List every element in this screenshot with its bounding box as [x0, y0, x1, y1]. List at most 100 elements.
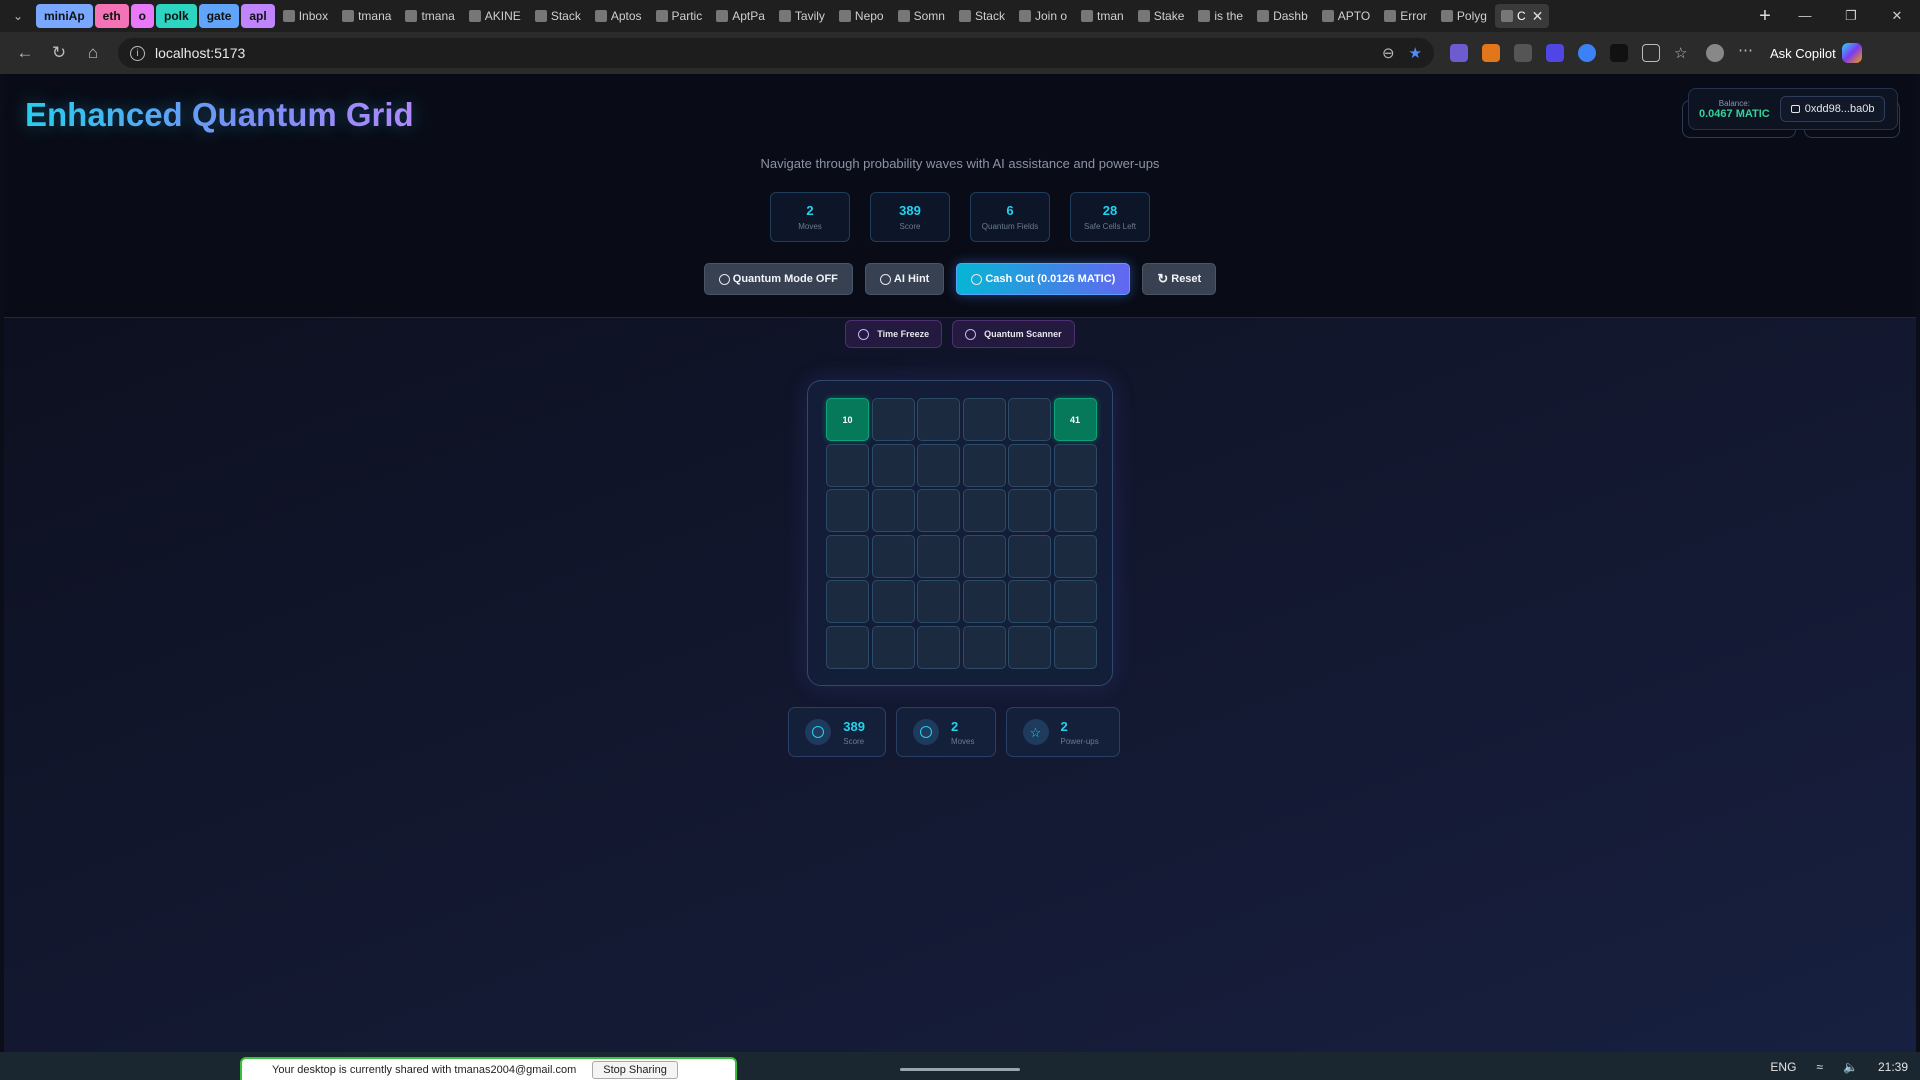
- grid-cell[interactable]: [1008, 398, 1051, 441]
- browser-tab[interactable]: tmana: [399, 4, 460, 28]
- extension-icon[interactable]: [1578, 44, 1596, 62]
- grid-cell[interactable]: [871, 625, 915, 669]
- cash-out-button[interactable]: Cash Out (0.0126 MATIC): [956, 263, 1131, 295]
- browser-tab[interactable]: AptPa: [710, 4, 771, 28]
- browser-tab[interactable]: tman: [1075, 4, 1130, 28]
- grid-cell[interactable]: [826, 489, 869, 532]
- browser-tab[interactable]: Polyg: [1435, 4, 1493, 28]
- wallet-address-button[interactable]: 0xdd98...ba0b: [1779, 96, 1886, 122]
- grid-cell[interactable]: [917, 443, 960, 487]
- ai-hint-button[interactable]: AI Hint: [864, 263, 945, 295]
- extension-icon[interactable]: [1546, 44, 1564, 62]
- browser-tab[interactable]: tmana: [336, 4, 397, 28]
- grid-cell[interactable]: [917, 580, 960, 623]
- taskbar-handle[interactable]: [900, 1068, 1020, 1071]
- ask-copilot-button[interactable]: Ask Copilot: [1770, 43, 1862, 63]
- quantum-mode-button[interactable]: Quantum Mode OFF: [703, 263, 853, 295]
- browser-tab[interactable]: is the: [1192, 4, 1249, 28]
- browser-tab[interactable]: Stack: [529, 4, 587, 28]
- time-freeze-button[interactable]: Time Freeze: [845, 320, 943, 348]
- grid-cell[interactable]: [1008, 534, 1051, 578]
- home-icon[interactable]: ⌂: [76, 36, 110, 70]
- extensions-puzzle-icon[interactable]: [1642, 44, 1660, 62]
- grid-cell[interactable]: [1008, 489, 1051, 532]
- browser-tab[interactable]: Stack: [953, 4, 1011, 28]
- browser-tab[interactable]: Join o: [1013, 4, 1073, 28]
- refresh-icon[interactable]: ↻: [42, 36, 76, 70]
- grid-cell[interactable]: [1008, 625, 1051, 669]
- wifi-icon[interactable]: ≈: [1816, 1060, 1823, 1074]
- back-icon[interactable]: ←: [8, 36, 42, 70]
- clock-time[interactable]: 21:39: [1878, 1060, 1908, 1074]
- grid-cell[interactable]: [1008, 443, 1051, 487]
- grid-cell[interactable]: [962, 534, 1006, 578]
- tab-group-chip[interactable]: miniAp: [36, 4, 93, 28]
- grid-cell[interactable]: [917, 534, 960, 578]
- grid-cell[interactable]: [962, 580, 1006, 623]
- restore-icon[interactable]: ❐: [1828, 8, 1874, 24]
- close-window-icon[interactable]: ✕: [1874, 8, 1920, 24]
- extension-icon[interactable]: [1514, 44, 1532, 62]
- stop-sharing-button[interactable]: Stop Sharing: [592, 1060, 678, 1079]
- tab-group-chip[interactable]: apl: [241, 4, 275, 28]
- grid-cell[interactable]: [871, 443, 915, 487]
- close-tab-icon[interactable]: ✕: [1532, 8, 1544, 25]
- grid-cell[interactable]: [826, 534, 869, 578]
- volume-icon[interactable]: 🔈: [1843, 1060, 1858, 1074]
- grid-cell[interactable]: [1008, 580, 1051, 623]
- extension-icon[interactable]: [1450, 44, 1468, 62]
- grid-cell[interactable]: [871, 534, 915, 578]
- grid-cell[interactable]: [871, 580, 915, 623]
- browser-tab[interactable]: AKINE: [463, 4, 527, 28]
- tab-group-chip[interactable]: o: [130, 4, 155, 28]
- grid-cell[interactable]: [962, 443, 1006, 487]
- grid-cell[interactable]: [871, 489, 915, 532]
- grid-cell[interactable]: [917, 489, 960, 532]
- grid-cell[interactable]: [826, 580, 869, 623]
- browser-tab[interactable]: Stake: [1132, 4, 1191, 28]
- new-tab-button[interactable]: +: [1748, 5, 1782, 28]
- tab-group-chip[interactable]: polk: [156, 4, 197, 28]
- grid-cell-revealed[interactable]: 10: [826, 398, 869, 441]
- grid-cell[interactable]: [1053, 443, 1097, 487]
- browser-tab[interactable]: Partic: [650, 4, 709, 28]
- quantum-scanner-button[interactable]: Quantum Scanner: [952, 320, 1075, 348]
- site-info-icon[interactable]: i: [130, 45, 145, 61]
- grid-cell[interactable]: [1053, 489, 1097, 532]
- browser-tab[interactable]: Inbox: [277, 4, 334, 28]
- browser-tab[interactable]: Tavily: [773, 4, 831, 28]
- grid-cell[interactable]: [1053, 534, 1097, 578]
- language-indicator[interactable]: ENG: [1770, 1060, 1796, 1074]
- profile-avatar[interactable]: [1706, 44, 1724, 62]
- browser-tab[interactable]: C ✕: [1494, 4, 1550, 28]
- favorites-icon[interactable]: ☆: [1674, 44, 1692, 62]
- tab-group-chip[interactable]: eth: [94, 4, 129, 28]
- grid-cell[interactable]: [962, 398, 1006, 441]
- zoom-icon[interactable]: ⊖: [1382, 44, 1395, 62]
- reset-button[interactable]: ↻ Reset: [1142, 263, 1217, 295]
- grid-cell-revealed[interactable]: 41: [1053, 398, 1097, 441]
- favorite-star-icon[interactable]: ★: [1409, 44, 1422, 62]
- tab-group-chip[interactable]: gate: [198, 4, 240, 28]
- extension-icon[interactable]: [1610, 44, 1628, 62]
- grid-cell[interactable]: [1053, 625, 1097, 669]
- grid-cell[interactable]: [826, 625, 869, 669]
- browser-tab[interactable]: Error: [1378, 4, 1433, 28]
- grid-cell[interactable]: [962, 489, 1006, 532]
- url-field[interactable]: i localhost:5173 ⊖ ★: [118, 38, 1434, 68]
- browser-tab[interactable]: Somn: [892, 4, 951, 28]
- tab-list-chevron-icon[interactable]: ⌄: [0, 0, 36, 32]
- url-text[interactable]: localhost:5173: [155, 45, 1372, 61]
- grid-cell[interactable]: [917, 398, 960, 441]
- grid-cell[interactable]: [962, 625, 1006, 669]
- more-menu-icon[interactable]: ⋯: [1738, 43, 1756, 62]
- browser-tab[interactable]: Aptos: [589, 4, 648, 28]
- grid-cell[interactable]: [1053, 580, 1097, 623]
- grid-cell[interactable]: [871, 398, 915, 441]
- grid-cell[interactable]: [826, 443, 869, 487]
- browser-tab[interactable]: Dashb: [1251, 4, 1314, 28]
- metamask-extension-icon[interactable]: [1482, 44, 1500, 62]
- minimize-icon[interactable]: —: [1782, 8, 1828, 24]
- browser-tab[interactable]: APTO: [1316, 4, 1376, 28]
- browser-tab[interactable]: Nepo: [833, 4, 890, 28]
